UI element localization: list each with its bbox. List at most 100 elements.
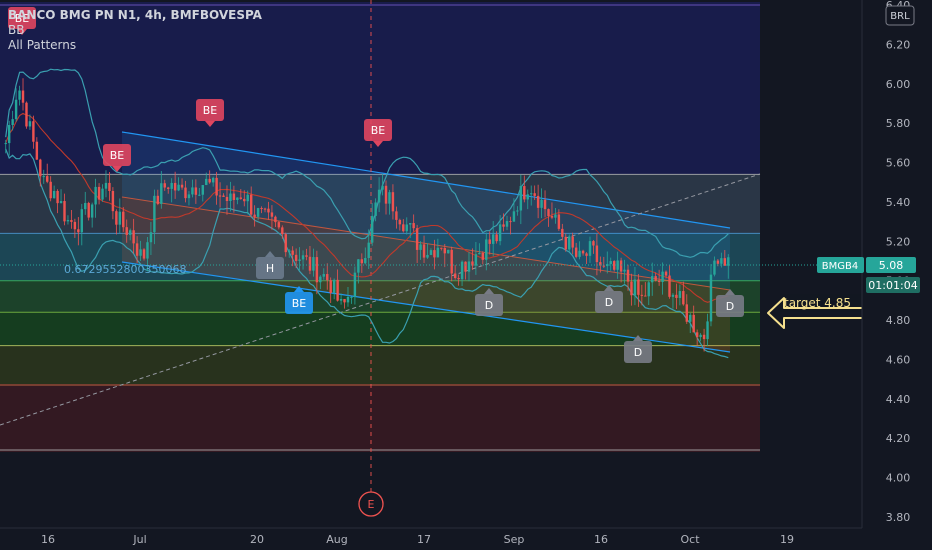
symbol-title[interactable]: BANCO BMG PN N1, 4h, BMFBOVESPA <box>8 8 262 23</box>
candle-body <box>243 198 246 202</box>
candle-body <box>294 254 298 261</box>
price-tick-label: 4.20 <box>886 432 911 445</box>
candle-body <box>14 99 18 120</box>
candle-body <box>101 188 104 200</box>
candle-body <box>689 314 692 322</box>
candle-body <box>156 195 160 204</box>
candle-body <box>391 192 395 212</box>
candle-body <box>66 220 70 222</box>
candle-body <box>467 261 471 272</box>
chart-legend[interactable]: BANCO BMG PN N1, 4h, BMFBOVESPA BB All P… <box>8 8 262 53</box>
candle-body <box>332 279 336 293</box>
candle-body <box>28 121 32 127</box>
candle-body <box>602 265 606 267</box>
price-tick-label: 4.00 <box>886 472 911 485</box>
candle-body <box>682 291 685 305</box>
candle-body <box>90 204 94 218</box>
candle-body <box>533 193 536 196</box>
price-tick-label: 6.00 <box>886 78 911 91</box>
candle-body <box>571 236 574 248</box>
candle-body <box>547 209 550 217</box>
candle-body <box>94 186 97 205</box>
candle-body <box>709 274 713 322</box>
candle-body <box>415 228 419 250</box>
candle-body <box>253 214 256 217</box>
pattern-label-text: BE <box>203 104 218 117</box>
candle-body <box>720 258 723 264</box>
candle-body <box>208 178 211 183</box>
candle-body <box>453 273 457 279</box>
candle-body <box>692 314 695 333</box>
candle-body <box>530 193 533 195</box>
pattern-label-text: D <box>605 296 613 309</box>
time-axis[interactable]: 16 Jul 20 Aug 17 Sep 16 Oct 19 <box>0 527 932 550</box>
candle-body <box>436 247 440 258</box>
candle-body <box>495 234 498 242</box>
candle-body <box>236 197 239 200</box>
candle-body <box>319 276 322 283</box>
price-tick-label: 4.80 <box>886 314 911 327</box>
candle-body <box>298 259 301 261</box>
candle-body <box>163 183 166 188</box>
candle-body <box>4 143 7 145</box>
candle-body <box>142 249 146 259</box>
candle-body <box>56 190 59 204</box>
candle-body <box>173 182 177 191</box>
candle-body <box>284 234 287 253</box>
candle-body <box>97 186 101 200</box>
candle-body <box>377 189 381 203</box>
candle-body <box>644 295 647 297</box>
indicator-bb-label[interactable]: BB <box>8 23 262 38</box>
candle-body <box>695 332 699 338</box>
time-tick-label: 19 <box>780 533 794 546</box>
candle-body <box>63 201 66 222</box>
candle-body <box>509 221 512 223</box>
candle-body <box>464 261 467 272</box>
candle-body <box>308 256 312 271</box>
indicator-patterns-label[interactable]: All Patterns <box>8 38 262 53</box>
candle-body <box>654 276 657 281</box>
candle-body <box>336 279 339 301</box>
candle-body <box>205 178 208 186</box>
candle-body <box>263 208 267 210</box>
candle-body <box>249 194 253 215</box>
candle-body <box>52 190 56 199</box>
candle-body <box>433 250 436 258</box>
candle-body <box>395 211 398 220</box>
candle-body <box>125 227 128 235</box>
candle-body <box>585 253 588 256</box>
candle-body <box>73 221 77 230</box>
candle-body <box>353 272 357 297</box>
countdown-tag-label: 01:01:04 <box>868 279 917 292</box>
candle-body <box>291 250 294 255</box>
candle-body <box>357 259 360 273</box>
candle-body <box>657 280 661 283</box>
candle-body <box>322 274 325 277</box>
candle-body <box>664 271 668 276</box>
event-marker[interactable]: E <box>358 491 384 517</box>
time-tick-label: 17 <box>417 533 431 546</box>
candle-body <box>339 299 343 301</box>
candle-body <box>281 227 284 235</box>
candle-body <box>578 250 581 257</box>
candle-body <box>460 261 464 280</box>
price-chart[interactable]: 0.6729552800350068 BEBEBEBEHBE D D DD targe… <box>0 0 932 550</box>
time-tick-label: Oct <box>680 533 700 546</box>
currency-badge[interactable]: BRL <box>885 5 915 26</box>
candle-body <box>187 194 191 199</box>
currency-badge-label: BRL <box>890 11 910 22</box>
candle-body <box>39 159 42 177</box>
candle-body <box>405 224 408 232</box>
event-marker-label: E <box>368 498 375 511</box>
candle-body <box>713 260 716 275</box>
candle-body <box>87 202 90 218</box>
pattern-label-text: BE <box>110 149 125 162</box>
candle-body <box>440 247 443 249</box>
candle-body <box>239 197 243 199</box>
candle-body <box>637 279 640 295</box>
candle-body <box>32 121 35 142</box>
candle-body <box>706 321 709 340</box>
candle-body <box>516 210 519 212</box>
candle-body <box>160 183 163 204</box>
price-tick-label: 3.80 <box>886 511 911 524</box>
